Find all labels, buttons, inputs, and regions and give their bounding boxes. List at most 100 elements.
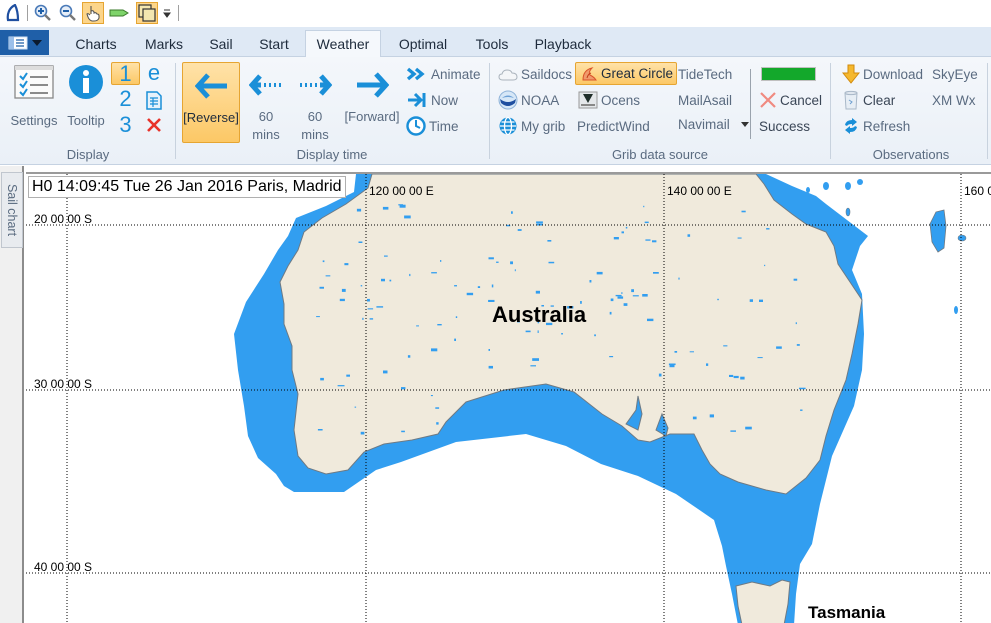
noaa-label: NOAA [521,92,560,108]
clear-button[interactable]: Clear [842,89,895,111]
inland-lake [799,387,806,390]
chart-map[interactable]: 120 00 00 E 140 00 00 E 160 00 00 E 20 0… [26,172,991,623]
status-progress-bar [761,67,816,81]
zoom-out-icon[interactable] [57,2,79,24]
inland-lake [536,221,543,224]
download-button[interactable]: Download [842,63,923,85]
tab-charts[interactable]: Charts [64,31,128,57]
place-label-tasmania: Tasmania [808,603,886,622]
settings-button[interactable]: Settings [8,61,60,129]
tasmania-landmass [735,579,791,623]
inland-lake [382,206,389,210]
inland-lake [376,306,384,308]
inland-lake [416,325,419,327]
inland-lake [514,269,516,272]
inland-lake [404,215,411,219]
map-canvas[interactable]: 120 00 00 E 140 00 00 E 160 00 00 E 20 0… [26,174,991,623]
animate-button[interactable]: Animate [406,63,481,85]
navimail-button[interactable]: Navimail [678,113,749,135]
ocens-button[interactable]: Ocens [578,89,640,111]
inland-lake [488,365,493,369]
tooltip-button[interactable]: Tooltip [62,61,110,129]
zoom-in-icon[interactable] [32,2,54,24]
island [845,182,851,190]
group-label-display: Display [66,147,110,162]
inland-lake [525,330,531,333]
tab-playback[interactable]: Playback [528,31,598,57]
inland-lake [717,298,719,301]
inland-lake [652,240,657,243]
back-60-mins-button[interactable]: 60 mins [244,62,288,143]
reverse-button[interactable]: [Reverse] [182,62,240,143]
noaa-button[interactable]: NOAA [498,89,559,111]
tab-sail[interactable]: Sail [200,31,242,57]
saildocs-button[interactable]: Saildocs [498,63,572,85]
xmwx-button[interactable]: XM Wx [932,89,976,111]
inland-lake [791,204,794,206]
navimail-label: Navimail [678,116,730,132]
inland-lake [383,370,388,374]
sail-logo-icon[interactable] [2,2,24,24]
inland-lake [687,234,691,237]
e-button[interactable]: e [143,60,165,85]
forward-60-mins-button[interactable]: 60 mins [293,62,337,143]
my-grib-button[interactable]: My grib [498,115,565,137]
refresh-button[interactable]: Refresh [842,115,910,137]
display-2-button[interactable]: 2 [111,86,140,111]
inland-lake [609,311,612,315]
island [823,182,829,190]
inland-lake [594,334,596,337]
ribbon-tab-strip: Charts Marks Sail Start Weather Optimal … [0,27,991,57]
pan-hand-icon[interactable] [82,2,104,24]
inland-lake [596,271,603,275]
globe-icon [499,116,517,136]
delete-button[interactable] [143,114,165,136]
application-menu-button[interactable] [0,30,49,55]
info-icon [69,65,103,99]
app-window: Charts Marks Sail Start Weather Optimal … [0,0,991,623]
predictwind-button[interactable]: PredictWind [577,115,650,137]
inland-lake [749,299,753,302]
inland-lake [537,330,539,333]
inland-lake [437,324,442,326]
display-1-button[interactable]: 1 [111,61,140,86]
sail-chart-tab[interactable]: Sail chart [1,172,23,248]
inland-lake [510,261,513,265]
window-overlay-icon[interactable] [136,2,158,24]
tab-start[interactable]: Start [250,31,298,57]
tab-weather[interactable]: Weather [305,30,381,57]
display-3-button[interactable]: 3 [111,112,140,137]
customize-dropdown-icon[interactable] [160,2,174,24]
tab-label: Charts [75,36,117,52]
forward-button[interactable]: [Forward] [341,62,403,143]
island [957,234,967,242]
ocens-label: Ocens [601,92,641,108]
inland-lake [613,237,619,240]
close-icon [147,118,161,132]
inland-lake [776,346,782,349]
now-button[interactable]: Now [406,89,458,111]
tab-label: Start [259,36,289,52]
tab-marks[interactable]: Marks [134,31,194,57]
tidetech-button[interactable]: TideTech [678,63,732,85]
group-label-observations: Observations [872,147,950,162]
noaa-logo-icon [498,90,518,110]
inland-lake [511,211,513,214]
inland-lake [339,298,345,302]
tab-label: Marks [144,36,184,52]
skyeye-button[interactable]: SkyEye [932,63,978,85]
lat-label-20s: 20 00 00 S [34,212,92,226]
document-button[interactable] [143,89,165,111]
inland-lake [658,373,662,377]
cancel-button[interactable]: Cancel [759,89,822,111]
great-circle-button[interactable]: Great Circle [575,62,678,85]
mailasail-button[interactable]: MailAsail [678,89,732,111]
measure-pen-icon[interactable] [108,2,130,24]
inland-lake [766,228,770,230]
clock-icon [406,116,426,136]
tab-tools[interactable]: Tools [468,31,516,57]
time-button[interactable]: Time [406,115,459,137]
step-forward-icon [300,74,332,96]
inland-lake [488,349,490,351]
tab-optimal[interactable]: Optimal [390,31,456,57]
